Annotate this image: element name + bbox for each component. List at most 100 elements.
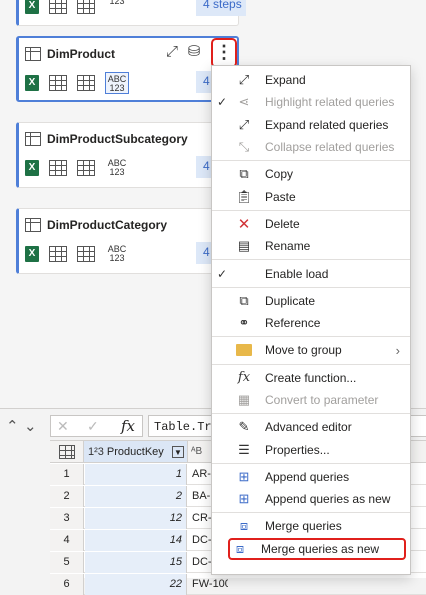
column-header-productkey[interactable]: 1²3 ProductKey ▼ bbox=[84, 441, 188, 463]
context-menu: ⤢ Expand ✓ ⋖ Highlight related queries ⤢ … bbox=[211, 65, 411, 575]
menu-label: Paste bbox=[265, 189, 296, 204]
type-icon: 123 bbox=[105, 0, 129, 17]
cell-productkey[interactable]: 2 bbox=[85, 485, 187, 507]
table-icon bbox=[25, 218, 41, 232]
menu-label: Append queries as new bbox=[265, 492, 391, 507]
cell-productkey[interactable]: 15 bbox=[85, 551, 187, 573]
check-icon: ✓ bbox=[216, 95, 228, 110]
query-card-dimproduct[interactable]: DimProduct ⤢ ⛁ X ABC 123 4 ste bbox=[16, 36, 240, 102]
menu-divider bbox=[212, 259, 410, 261]
database-icon[interactable]: ⛁ bbox=[183, 42, 205, 60]
fx-icon[interactable]: fx bbox=[121, 417, 135, 435]
table-icon bbox=[49, 246, 67, 262]
menu-item-create-function[interactable]: fx Create function... bbox=[212, 367, 410, 389]
menu-label: Merge queries as new bbox=[261, 541, 380, 556]
column-title: ProductKey bbox=[106, 445, 164, 458]
chevron-right-icon: › bbox=[395, 342, 400, 358]
menu-item-expand[interactable]: ⤢ Expand bbox=[212, 69, 410, 91]
collapse-icon: ⤡ bbox=[238, 139, 250, 155]
menu-item-properties[interactable]: ☰ Properties... bbox=[212, 438, 410, 460]
row-number: 3 bbox=[50, 507, 84, 529]
cancel-icon[interactable]: ✕ bbox=[57, 418, 69, 435]
expand-related-icon: ⤢ bbox=[238, 116, 250, 132]
number-type-icon: 1²3 bbox=[88, 445, 104, 458]
menu-label: Reference bbox=[265, 316, 321, 331]
table-row[interactable]: 622FW-1000 bbox=[50, 573, 426, 595]
menu-item-merge-queries-as-new[interactable]: ⧈ Merge queries as new bbox=[228, 537, 406, 560]
menu-item-paste[interactable]: 📋︎ Paste bbox=[212, 185, 410, 207]
menu-item-advanced-editor[interactable]: ✎ Advanced editor bbox=[212, 416, 410, 438]
cell-productkey[interactable]: 12 bbox=[85, 507, 187, 529]
cell-productkey[interactable]: 22 bbox=[85, 573, 187, 595]
steps-badge[interactable]: 4 steps bbox=[196, 0, 246, 16]
link-icon: ⚭ bbox=[238, 315, 250, 331]
menu-item-append-queries[interactable]: ⊞ Append queries bbox=[212, 466, 410, 488]
grid-corner[interactable] bbox=[50, 441, 84, 463]
type-icon-text: 123 bbox=[109, 0, 125, 6]
menu-item-reference[interactable]: ⚭ Reference bbox=[212, 312, 410, 334]
filter-dropdown-icon[interactable]: ▼ bbox=[172, 445, 184, 458]
card-row: X ABC 123 bbox=[25, 157, 129, 179]
menu-item-rename[interactable]: ▤ Rename bbox=[212, 235, 410, 257]
query-card-top[interactable]: X 123 4 steps bbox=[16, 0, 246, 26]
append-icon: ⊞ bbox=[238, 468, 250, 484]
table-icon bbox=[49, 75, 67, 91]
query-card-dimproductsubcategory[interactable]: DimProductSubcategory X ABC 123 4 ste bbox=[16, 122, 240, 188]
row-number: 4 bbox=[50, 529, 84, 551]
card-row: X ABC 123 bbox=[25, 72, 129, 94]
menu-divider bbox=[212, 286, 410, 288]
card-row: X ABC 123 bbox=[25, 243, 129, 265]
table-icon bbox=[25, 132, 41, 146]
table-icon bbox=[49, 0, 67, 14]
chevron-down-icon[interactable]: ⌄ bbox=[24, 417, 37, 435]
grid-icon bbox=[77, 160, 95, 176]
merge-new-icon: ⧈ bbox=[235, 540, 245, 556]
cell-productkey[interactable]: 14 bbox=[85, 529, 187, 551]
card-header: DimProductCategory bbox=[25, 216, 167, 234]
menu-item-move-to-group[interactable]: Move to group › bbox=[212, 339, 410, 361]
card-title: DimProductCategory bbox=[47, 218, 168, 232]
row-number: 1 bbox=[50, 463, 84, 485]
card-row: X 123 bbox=[25, 0, 129, 17]
menu-item-collapse-related[interactable]: ⤡ Collapse related queries bbox=[212, 136, 410, 158]
text-type-icon: ᴬB bbox=[191, 446, 203, 457]
query-card-dimproductcategory[interactable]: DimProductCategory X ABC 123 4 ste bbox=[16, 208, 240, 274]
excel-icon: X bbox=[25, 75, 39, 91]
menu-label: Rename bbox=[265, 239, 311, 254]
menu-item-highlight-related[interactable]: ✓ ⋖ Highlight related queries bbox=[212, 91, 410, 113]
grid-icon bbox=[77, 75, 95, 91]
menu-item-enable-load[interactable]: ✓ Enable load bbox=[212, 262, 410, 284]
cell-productkey[interactable]: 1 bbox=[85, 463, 187, 485]
chevron-up-icon[interactable]: ⌃ bbox=[6, 417, 19, 435]
menu-item-duplicate[interactable]: ⧉ Duplicate bbox=[212, 290, 410, 312]
excel-icon: X bbox=[25, 0, 39, 14]
menu-label: Create function... bbox=[265, 370, 357, 385]
abc-type-icon: ABC 123 bbox=[107, 158, 127, 177]
menu-label: Advanced editor bbox=[265, 420, 352, 435]
append-new-icon: ⊞ bbox=[238, 491, 250, 507]
menu-item-delete[interactable]: ✕ Delete bbox=[212, 213, 410, 235]
menu-item-convert-to-parameter[interactable]: ▦ Convert to parameter bbox=[212, 389, 410, 411]
menu-divider bbox=[212, 160, 410, 162]
menu-item-expand-related[interactable]: ⤢ Expand related queries bbox=[212, 114, 410, 136]
cell-alternatekey[interactable]: FW-1000 bbox=[188, 574, 228, 595]
menu-item-append-queries-as-new[interactable]: ⊞ Append queries as new bbox=[212, 488, 410, 510]
parameter-icon: ▦ bbox=[237, 392, 251, 407]
row-number: 2 bbox=[50, 485, 84, 507]
menu-divider bbox=[212, 209, 410, 211]
expand-icon: ⤢ bbox=[238, 72, 250, 88]
menu-label: Duplicate bbox=[265, 293, 316, 308]
more-options-button[interactable]: ⋮ bbox=[211, 38, 237, 68]
expand-icon[interactable]: ⤢ bbox=[161, 43, 183, 60]
menu-item-merge-queries[interactable]: ⧈ Merge queries bbox=[212, 515, 410, 537]
menu-label: Expand bbox=[265, 73, 306, 88]
menu-label: Copy bbox=[265, 167, 294, 182]
abc-type-icon: ABC 123 bbox=[105, 72, 129, 94]
menu-divider bbox=[212, 336, 410, 338]
confirm-icon[interactable]: ✓ bbox=[87, 418, 99, 435]
properties-icon: ☰ bbox=[238, 441, 250, 457]
share-nodes-icon: ⋖ bbox=[238, 94, 250, 110]
card-tools: ⤢ ⛁ bbox=[161, 42, 205, 61]
paste-icon: 📋︎ bbox=[235, 188, 253, 204]
menu-item-copy[interactable]: ⧉ Copy bbox=[212, 163, 410, 185]
